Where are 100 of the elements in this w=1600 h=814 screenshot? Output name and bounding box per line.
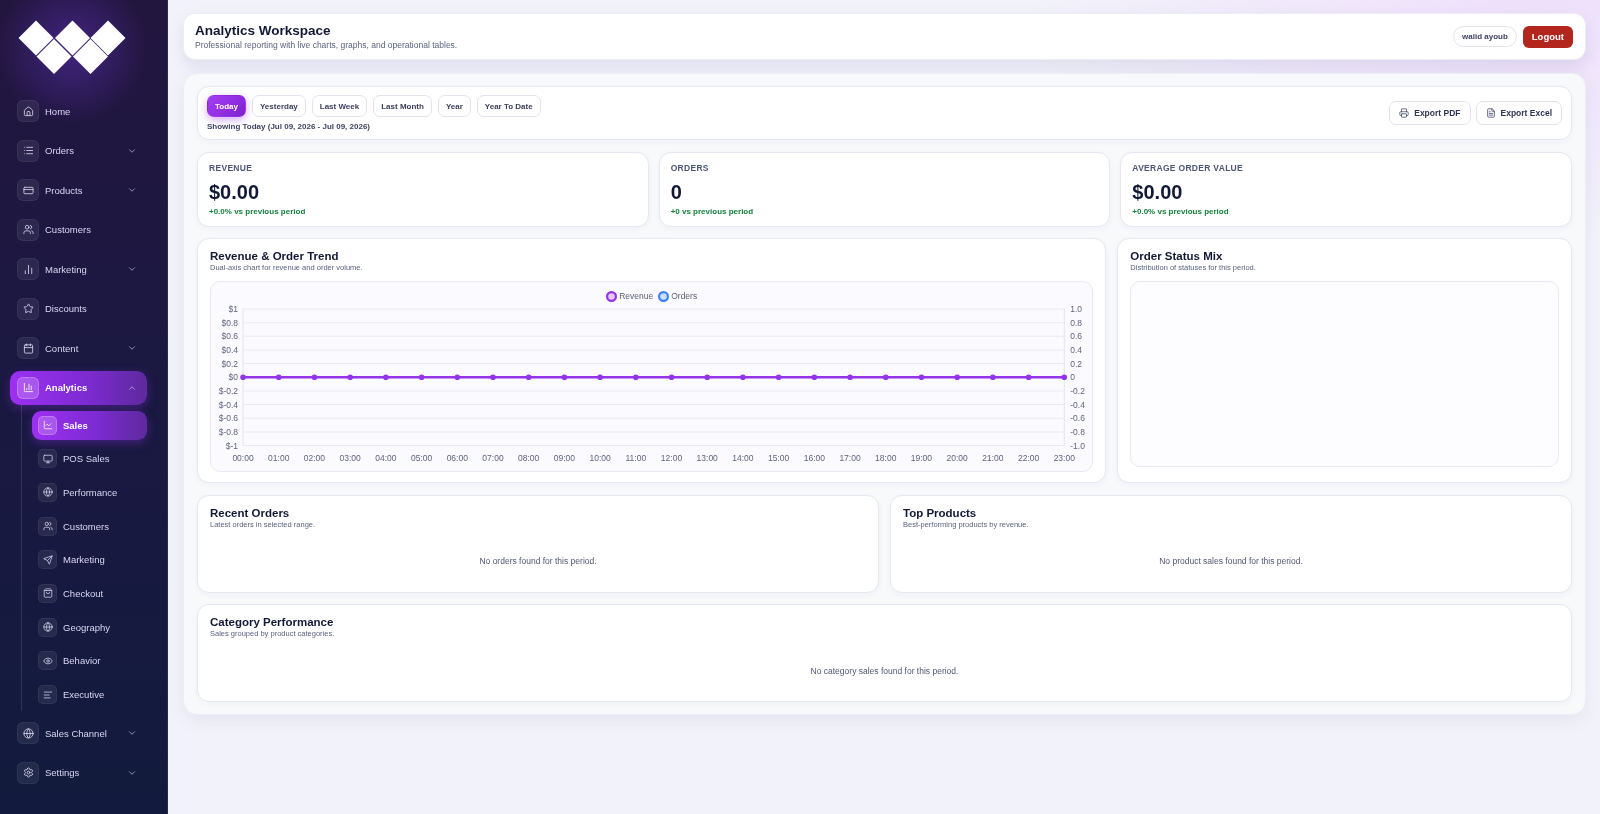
nav-item[interactable]: Analytics [10, 370, 147, 405]
subnav-item[interactable]: Executive [32, 680, 147, 709]
nav-item[interactable]: Customers [10, 212, 147, 247]
nav-item[interactable]: Content [10, 331, 147, 365]
y-axis-label: -0.4 [1070, 399, 1085, 410]
period-tab[interactable]: Year To Date [476, 95, 541, 117]
nav-item[interactable]: Discounts [10, 291, 147, 326]
globe-icon [38, 482, 57, 502]
kpi-label: AVERAGE ORDER VALUE [1132, 163, 1244, 174]
period-tab[interactable]: Last Month [373, 95, 432, 117]
y-axis-label: $1 [228, 304, 239, 314]
data-point [275, 374, 282, 381]
users-icon [17, 218, 39, 241]
globe-icon [38, 617, 57, 637]
card-icon [17, 179, 39, 201]
data-point [597, 374, 603, 381]
y-axis-label: $-1 [225, 440, 239, 451]
x-axis-label: 12:00 [660, 453, 683, 463]
x-axis-label: 23:00 [1053, 453, 1075, 463]
x-axis-label: 11:00 [625, 453, 647, 463]
data-point [847, 374, 853, 381]
nav-item[interactable]: Orders [10, 133, 147, 168]
bar-chart-icon [17, 376, 39, 399]
subnav-item[interactable]: POS Sales [32, 444, 147, 474]
subnav-item[interactable]: Marketing [32, 545, 147, 575]
x-axis-label: 03:00 [339, 453, 361, 463]
nav-item[interactable]: Products [10, 173, 147, 207]
y-axis-label: 0.4 [1070, 344, 1083, 355]
calendar-icon [17, 337, 39, 359]
house-icon [17, 100, 39, 122]
shopping-bag-icon [38, 583, 57, 603]
y-axis-label: 0 [1070, 372, 1075, 383]
y-axis-label: -0.8 [1070, 426, 1085, 437]
x-axis-label: 17:00 [839, 453, 861, 463]
export-button[interactable]: Export PDF [1389, 101, 1471, 126]
period-tab[interactable]: Yesterday [251, 95, 306, 117]
users-icon [38, 516, 57, 536]
nav-item[interactable]: Settings [10, 755, 147, 790]
kpi-value: $0.00 [1132, 180, 1183, 203]
nav-item[interactable]: Sales Channel [10, 716, 147, 750]
x-axis-label: 22:00 [1017, 453, 1040, 463]
nav-item[interactable]: Home [10, 94, 147, 128]
subnav-item[interactable]: Performance [32, 477, 147, 507]
period-tab[interactable]: Last Week [311, 95, 368, 117]
monitor-icon [38, 449, 57, 469]
y-axis-label: 0.6 [1070, 331, 1083, 342]
y-axis-label: $-0.8 [218, 426, 239, 437]
y-axis-label: $-0.6 [218, 413, 239, 424]
card-title: Category Performance [210, 615, 334, 629]
nav-item[interactable]: Marketing [10, 252, 147, 286]
period-tab[interactable]: Year [437, 95, 471, 117]
data-point [525, 374, 532, 381]
subnav-item[interactable]: Sales [32, 410, 147, 440]
x-axis-label: 13:00 [696, 453, 718, 463]
data-point [704, 374, 710, 381]
x-axis-label: 00:00 [232, 453, 254, 463]
card-title: Recent Orders [210, 505, 290, 520]
kpi-label: ORDERS [670, 163, 709, 174]
data-point [633, 374, 639, 381]
data-point [990, 374, 996, 381]
y-axis-label: $0.2 [221, 358, 239, 369]
legend-item[interactable]: Revenue [606, 291, 654, 302]
subnav-item[interactable]: Customers [32, 511, 147, 541]
export-button[interactable]: Export Excel [1475, 101, 1562, 126]
subnav-item[interactable]: Checkout [32, 578, 147, 608]
user-name: walid ayoub [1453, 26, 1517, 47]
legend-item[interactable]: Orders [658, 291, 698, 302]
logout-button[interactable]: Logout [1522, 25, 1573, 48]
period-tab[interactable]: Today [207, 95, 246, 117]
x-axis-label: 18:00 [875, 453, 897, 463]
subnav-item[interactable]: Behavior [32, 646, 147, 676]
data-point [954, 374, 960, 381]
send-icon [38, 550, 57, 570]
data-point [561, 374, 568, 381]
subnav-item[interactable]: Geography [32, 612, 147, 642]
y-axis-label: $0.4 [221, 344, 239, 355]
x-axis-label: 16:00 [803, 453, 825, 463]
x-axis-label: 19:00 [910, 453, 933, 463]
y-axis-label: -1.0 [1070, 440, 1085, 451]
y-axis-label: $0 [228, 372, 239, 383]
x-axis-label: 08:00 [518, 453, 540, 463]
y-axis-label: $-0.4 [218, 399, 239, 410]
printer-icon [1399, 108, 1410, 119]
empty-message: No orders found for this period. [479, 556, 597, 567]
data-point [490, 374, 496, 381]
kpi-label: REVENUE [209, 163, 253, 174]
data-point [311, 374, 318, 381]
data-point [383, 374, 389, 381]
x-axis-label: 10:00 [589, 453, 611, 463]
date-range-text: Showing Today (Jul 09, 2026 - Jul 09, 2026) [207, 120, 371, 132]
empty-message: No category sales found for this period. [810, 665, 959, 677]
kpi-change: +0.0% vs previous period [209, 206, 306, 217]
card-title: Order Status Mix [1130, 249, 1223, 263]
data-point [347, 374, 353, 381]
card-title: Revenue & Order Trend [210, 249, 339, 263]
kpi-value: $0.00 [209, 180, 260, 203]
x-axis-label: 21:00 [982, 453, 1004, 463]
eye-icon [38, 651, 57, 671]
kpi-change: +0.0% vs previous period [1132, 206, 1229, 217]
y-axis-label: 1.0 [1070, 304, 1083, 314]
